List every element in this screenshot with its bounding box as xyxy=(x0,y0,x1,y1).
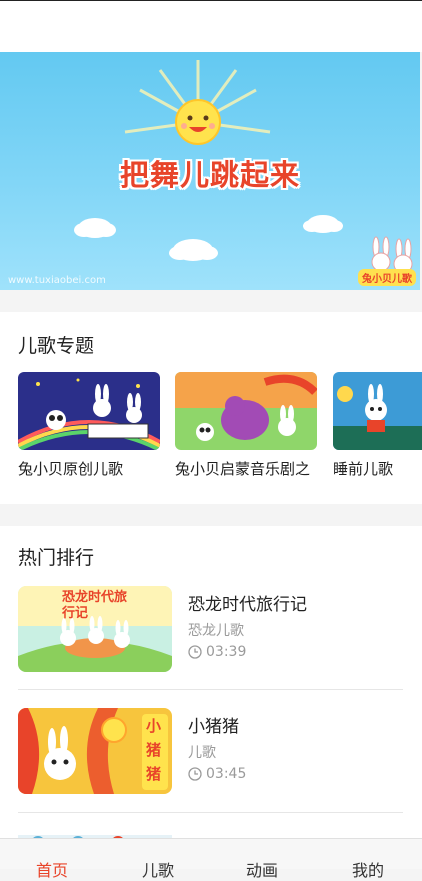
ranking-heading: 热门排行 xyxy=(18,547,95,569)
bottom-tab-bar: 首页 儿歌 动画 我的 xyxy=(0,838,422,880)
ranking-subtitle: 儿歌 xyxy=(188,745,216,761)
ranking-subtitle: 恐龙儿歌 xyxy=(188,623,244,639)
topic-thumbnail xyxy=(18,372,160,450)
status-bar xyxy=(0,0,422,52)
clock-icon xyxy=(188,645,202,659)
ranking-thumbnail: 小猪猪 xyxy=(18,708,172,794)
topic-label: 睡前儿歌 xyxy=(333,460,394,478)
topic-thumbnail xyxy=(175,372,317,450)
thumbnail-caption: 恐龙时代旅行记 xyxy=(62,590,128,621)
list-divider xyxy=(18,689,403,690)
duration-text: 03:45 xyxy=(206,766,247,782)
tab-mine[interactable]: 我的 xyxy=(352,857,384,881)
duration-text: 03:39 xyxy=(206,644,247,660)
topic-card-original-songs[interactable]: 兔小贝原创儿歌 xyxy=(18,372,160,479)
ranking-duration: 03:45 xyxy=(188,766,246,782)
topic-label: 兔小贝原创儿歌 xyxy=(18,460,124,478)
topics-section: 儿歌专题 兔小贝原创儿歌 兔小贝启蒙音乐剧之 睡前儿歌 xyxy=(0,312,422,504)
ranking-title: 恐龙时代旅行记 xyxy=(188,595,307,615)
ranking-item[interactable]: 恐龙时代旅行记 恐龙时代旅行记 恐龙儿歌 03:39 xyxy=(18,576,403,694)
ranking-thumbnail-partial xyxy=(18,829,172,838)
tab-animation[interactable]: 动画 xyxy=(246,857,278,881)
banner-watermark: www.tuxiaobei.com xyxy=(8,275,106,286)
tab-home[interactable]: 首页 xyxy=(36,857,68,881)
thumbnail-caption: 小猪猪 xyxy=(146,717,162,783)
ranking-title: 小猪猪 xyxy=(188,717,239,737)
tab-songs[interactable]: 儿歌 xyxy=(142,857,174,881)
ranking-duration: 03:39 xyxy=(188,644,246,660)
list-divider xyxy=(18,812,403,813)
sun-icon xyxy=(175,99,221,145)
topics-heading: 儿歌专题 xyxy=(18,335,95,357)
banner-carousel[interactable]: 把舞儿跳起来 www.tuxiaobei.com 兔小贝儿歌 xyxy=(0,52,420,290)
clock-icon xyxy=(188,767,202,781)
brand-logo: 兔小贝儿歌 xyxy=(358,269,416,286)
topic-thumbnail xyxy=(333,372,422,450)
ranking-thumbnail: 恐龙时代旅行记 xyxy=(18,586,172,672)
banner-title: 把舞儿跳起来 xyxy=(119,158,300,192)
ranking-item[interactable]: 小猪猪 小猪猪 儿歌 03:45 xyxy=(18,698,403,816)
topic-card-music-drama[interactable]: 兔小贝启蒙音乐剧之 xyxy=(175,372,317,479)
ranking-section: 热门排行 恐龙时代旅行记 恐龙时代旅行记 恐龙儿歌 03:39 小猪猪 小猪猪 … xyxy=(0,526,422,838)
topic-label: 兔小贝启蒙音乐剧之 xyxy=(175,460,311,478)
topic-card-bedtime-songs[interactable]: 睡前儿歌 xyxy=(333,372,422,479)
